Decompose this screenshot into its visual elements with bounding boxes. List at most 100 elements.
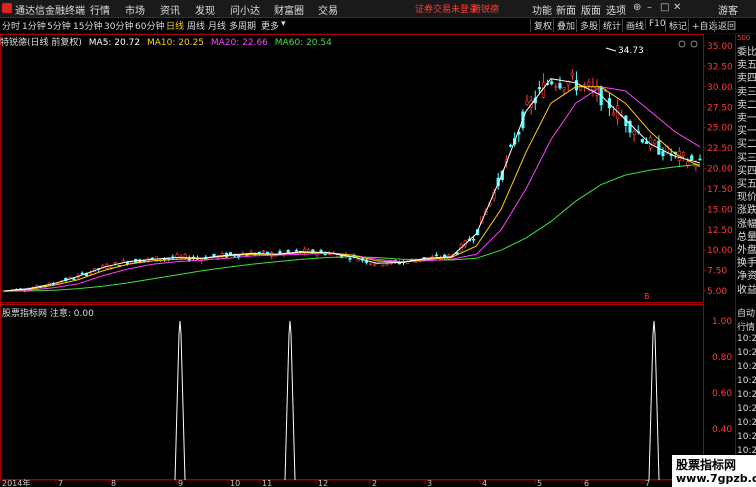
tab-1min[interactable]: 1分钟 — [22, 19, 46, 32]
tab-monthly[interactable]: 月线 — [208, 19, 226, 32]
price-tick-label: 10.00 — [707, 246, 733, 256]
menu-item-layout[interactable]: 版面 — [581, 2, 601, 17]
tab-back[interactable]: 返回 — [714, 19, 736, 32]
more-chevron-icon[interactable]: ▾ — [281, 19, 286, 29]
price-tick-label: 15.00 — [707, 205, 733, 215]
price-tick-label: 35.00 — [707, 42, 733, 52]
menu-item-discover[interactable]: 发现 — [195, 2, 215, 17]
signal-spike — [648, 320, 660, 481]
high-price-pointer — [605, 47, 617, 52]
tab-5min[interactable]: 5分钟 — [47, 19, 71, 32]
tab-overlay[interactable]: 叠加 — [553, 19, 575, 32]
price-tick-label: 25.00 — [707, 124, 733, 134]
minimize-icon[interactable]: – — [647, 2, 652, 13]
tab-restore-rights[interactable]: 复权 — [530, 19, 552, 32]
tick-row-7: 10:26 — [737, 404, 756, 414]
price-tick-label: 22.50 — [707, 144, 733, 154]
tab-intraday[interactable]: 分时 — [2, 19, 20, 32]
date-tick-label: 11 — [262, 479, 272, 487]
tab-multi-stock[interactable]: 多股 — [576, 19, 598, 32]
watermark-title: 股票指标网 — [676, 458, 737, 472]
candle-body — [228, 252, 233, 255]
date-tick-label: 4 — [482, 479, 487, 487]
candle-body — [72, 278, 76, 280]
price-tick-label: 32.50 — [707, 62, 733, 72]
date-tick-label: 3 — [427, 479, 432, 487]
tick-row-2: 10:26 — [737, 334, 756, 344]
options-dot-icon[interactable] — [690, 40, 698, 48]
indicator-title: 股票指标网 注意: 0.00 — [2, 309, 94, 319]
quote-field-18: 收益 — [737, 284, 756, 296]
user-label[interactable]: 游客 — [718, 2, 738, 17]
price-tick-label: 7.50 — [707, 267, 727, 277]
menu-item-market[interactable]: 市场 — [125, 2, 145, 17]
quote-side-panel: 500 委比 卖五 卖四 卖三 卖二 卖一 买一 买二 买三 买四 买五 现价 涨跌 涨幅 总量 外盘 换手 净资… — [735, 34, 756, 487]
date-tick-label: 12 — [318, 479, 328, 487]
tick-row-0[interactable]: 自动 — [737, 306, 756, 319]
signal-spike — [174, 320, 186, 481]
ma5-line — [3, 78, 701, 292]
menu-item-new-face[interactable]: 新面 — [556, 2, 576, 17]
menu-item-trade[interactable]: 交易 — [318, 2, 338, 17]
menu-item-ask[interactable]: 问小达 — [230, 2, 260, 17]
price-tick-label: 12.50 — [707, 226, 733, 236]
stock-title: 特锐德(日线 前复权) — [0, 38, 82, 48]
settings-dot-icon[interactable] — [678, 40, 686, 48]
price-tick-label: 30.00 — [707, 83, 733, 93]
tab-statistics[interactable]: 统计 — [599, 19, 621, 32]
candle-body — [80, 272, 84, 275]
indicator-tick-label: 0.80 — [712, 353, 732, 363]
tick-row-1[interactable]: 行情 — [737, 320, 756, 333]
candle-body — [294, 250, 299, 252]
candle-body — [319, 250, 323, 252]
ma60-value: MA60: 20.54 — [274, 38, 332, 48]
ma20-value: MA20: 22.66 — [210, 38, 268, 48]
date-tick-label: 5 — [537, 479, 542, 487]
ma10-value: MA10: 20.25 — [146, 38, 204, 48]
candle-body — [537, 87, 541, 90]
menu-item-options[interactable]: 选项 — [606, 2, 626, 17]
app-title: 通达信金融终端 — [15, 6, 85, 17]
menu-item-news[interactable]: 资讯 — [160, 2, 180, 17]
tab-mark[interactable]: 标记 — [665, 19, 687, 32]
candle-body — [348, 258, 352, 260]
indicator-tick-label: 0.40 — [712, 425, 732, 435]
tab-60min[interactable]: 60分钟 — [135, 19, 164, 32]
tab-draw-line[interactable]: 画线 — [622, 19, 644, 32]
tab-multi-period[interactable]: 多周期 — [229, 19, 256, 32]
close-icon[interactable]: ✕ — [673, 2, 681, 13]
price-tick-label: 5.00 — [707, 287, 727, 297]
date-tick-label: 10 — [230, 479, 240, 487]
candle-body — [632, 130, 636, 135]
candle-body — [661, 151, 665, 157]
ma10-line — [3, 86, 701, 292]
candle-body — [681, 152, 686, 157]
candle-body — [286, 249, 290, 253]
pin-icon[interactable]: ⊕ — [633, 2, 641, 13]
tab-f10[interactable]: F10 — [645, 19, 666, 29]
kline-chart[interactable]: 35.0032.5030.0027.5025.0022.5020.0017.50… — [0, 34, 735, 487]
candle-body — [525, 101, 529, 105]
tab-15min[interactable]: 15分钟 — [73, 19, 102, 32]
tab-30min[interactable]: 30分钟 — [104, 19, 133, 32]
candle-body — [554, 85, 558, 88]
tab-daily[interactable]: 日线 — [166, 19, 184, 32]
tick-row-8: 10:26 — [737, 418, 756, 428]
date-tick-label: 8 — [111, 479, 116, 487]
login-alert[interactable]: 证券交易未登录 — [415, 2, 478, 15]
candle-body — [278, 251, 282, 254]
candle-body — [570, 72, 574, 76]
date-tick-label: 9 — [178, 479, 183, 487]
maximize-icon[interactable]: □ — [660, 2, 669, 13]
candle-body — [113, 262, 117, 265]
indicator-axis: 1.000.800.600.400.20 — [712, 317, 732, 471]
price-tick-label: 17.50 — [707, 185, 733, 195]
signal-spike — [284, 320, 296, 481]
candle-body — [587, 81, 591, 86]
menu-item-quotes[interactable]: 行情 — [90, 2, 110, 17]
menu-item-fortune[interactable]: 财富圈 — [274, 2, 304, 17]
menu-item-function[interactable]: 功能 — [532, 2, 552, 17]
tab-weekly[interactable]: 周线 — [187, 19, 205, 32]
panel-top-label: 500 — [737, 34, 751, 42]
tab-more[interactable]: 更多 — [261, 19, 279, 32]
